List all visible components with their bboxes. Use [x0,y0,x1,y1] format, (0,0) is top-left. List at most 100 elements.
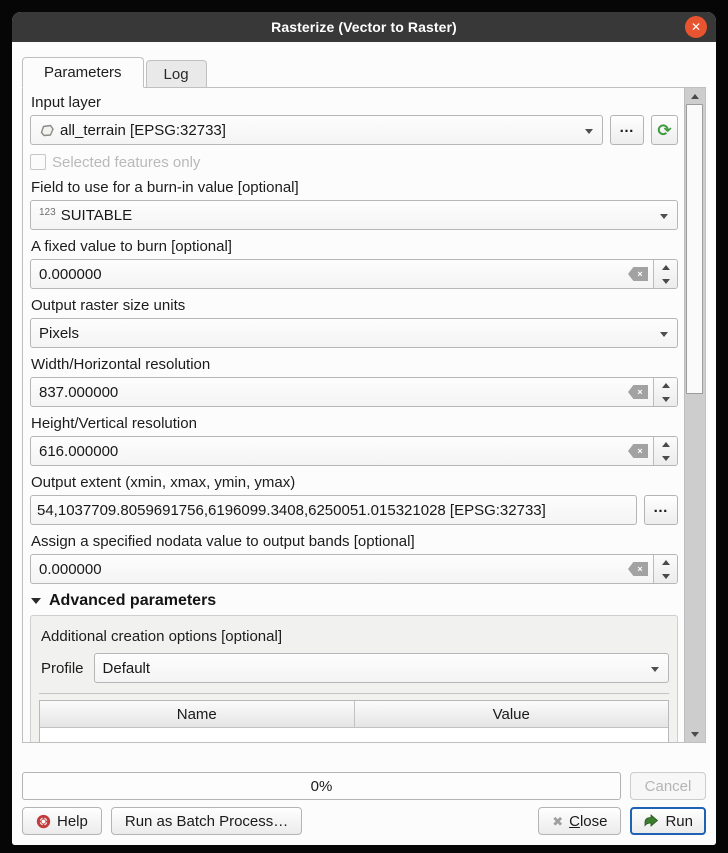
spin-up-button[interactable] [654,378,677,392]
spin-up-button[interactable] [654,437,677,451]
spin-down-icon [662,279,670,284]
run-batch-button[interactable]: Run as Batch Process… [111,807,302,835]
size-units-label: Output raster size units [31,297,677,315]
fixed-value-input[interactable] [31,260,628,288]
iterate-layer-button[interactable]: ⟳ [651,115,678,145]
window-close-button[interactable]: ✕ [685,16,707,38]
burn-field-combobox[interactable]: 123 SUITABLE [30,200,678,230]
spin-down-icon [662,574,670,579]
spinner-buttons [653,260,677,288]
parameters-content: Input layer all_terrain [EPSG:32733] … ⟳ [23,88,685,742]
clear-field-icon[interactable]: × [628,562,648,576]
selected-features-label: Selected features only [52,154,200,171]
cancel-button: Cancel [630,772,706,800]
profile-combobox[interactable]: Default [94,653,669,683]
spin-up-icon [662,442,670,447]
height-resolution-label: Height/Vertical resolution [31,415,677,433]
height-resolution-input[interactable] [31,437,628,465]
spin-up-icon [662,560,670,565]
spin-up-icon [662,265,670,270]
burn-field-value: SUITABLE [61,207,132,224]
advanced-parameters-title: Advanced parameters [49,592,216,610]
scrollbar-down-icon [691,732,699,737]
clear-field-icon[interactable]: × [628,444,648,458]
nodata-label: Assign a specified nodata value to outpu… [31,533,677,551]
tab-log[interactable]: Log [146,60,207,87]
profile-label: Profile [39,660,84,677]
spin-down-button[interactable] [654,569,677,583]
scrollbar-up-icon [691,94,699,99]
progress-row: 0% Cancel [22,772,706,800]
spin-up-icon [662,383,670,388]
height-resolution-spinbox: × [30,436,678,466]
input-layer-browse-button[interactable]: … [610,115,644,145]
width-resolution-label: Width/Horizontal resolution [31,356,677,374]
chevron-down-icon [651,667,659,672]
creation-options-group: Additional creation options [optional] P… [30,615,678,742]
scrollbar-thumb[interactable] [686,104,703,394]
size-units-value: Pixels [39,325,79,342]
scrollbar-down-button[interactable] [685,726,705,742]
column-header-value[interactable]: Value [355,701,669,727]
scrollbar-track[interactable] [685,104,705,726]
integer-field-icon: 123 [39,207,56,218]
selected-features-row: Selected features only [30,153,678,171]
rasterize-dialog: Rasterize (Vector to Raster) ✕ Parameter… [12,12,716,845]
close-x-icon: ✕ [691,21,701,33]
chevron-down-icon [585,129,593,134]
nodata-input[interactable] [31,555,628,583]
creation-options-table: Name Value [39,700,669,742]
input-layer-value: all_terrain [EPSG:32733] [60,122,226,139]
desktop-background: Rasterize (Vector to Raster) ✕ Parameter… [0,0,728,853]
run-arrow-icon [643,813,659,829]
advanced-parameters-header[interactable]: Advanced parameters [31,592,678,610]
help-button[interactable]: Help [22,807,102,835]
width-resolution-spinbox: × [30,377,678,407]
run-button[interactable]: Run [630,807,706,835]
spinner-buttons [653,437,677,465]
burn-field-label: Field to use for a burn-in value [option… [31,179,677,197]
progress-bar: 0% [22,772,621,800]
output-extent-browse-button[interactable]: … [644,495,678,525]
spin-up-button[interactable] [654,555,677,569]
vertical-scrollbar [684,88,705,742]
output-extent-label: Output extent (xmin, xmax, ymin, ymax) [31,474,677,492]
profile-value: Default [103,660,151,677]
window-title: Rasterize (Vector to Raster) [271,19,457,35]
spin-down-icon [662,397,670,402]
close-button[interactable]: ✖ Close [538,807,621,835]
tab-bar: Parameters Log [22,57,706,87]
creation-options-label: Additional creation options [optional] [41,628,669,645]
fixed-value-label: A fixed value to burn [optional] [31,238,677,256]
input-layer-combobox[interactable]: all_terrain [EPSG:32733] [30,115,603,145]
close-button-icon: ✖ [552,815,563,828]
spin-down-button[interactable] [654,274,677,288]
spin-down-icon [662,456,670,461]
spin-down-button[interactable] [654,451,677,465]
parameters-pane: Input layer all_terrain [EPSG:32733] … ⟳ [22,87,706,743]
input-layer-label: Input layer [31,94,677,112]
table-header-row: Name Value [40,701,668,728]
collapse-arrow-icon [31,598,41,604]
titlebar[interactable]: Rasterize (Vector to Raster) ✕ [12,12,716,42]
clear-field-icon[interactable]: × [628,267,648,281]
spinner-buttons [653,555,677,583]
spin-up-button[interactable] [654,260,677,274]
width-resolution-input[interactable] [31,378,628,406]
fixed-value-spinbox: × [30,259,678,289]
tab-parameters[interactable]: Parameters [22,57,144,88]
profile-row: Profile Default [39,653,669,683]
polygon-layer-icon [39,123,55,138]
table-empty-body[interactable] [40,728,668,742]
scrollbar-up-button[interactable] [685,88,705,104]
size-units-combobox[interactable]: Pixels [30,318,678,348]
spinner-buttons [653,378,677,406]
selected-features-checkbox [30,154,46,170]
chevron-down-icon [660,332,668,337]
column-header-name[interactable]: Name [40,701,355,727]
button-row: Help Run as Batch Process… ✖ Close [22,807,706,835]
help-icon [36,814,51,829]
clear-field-icon[interactable]: × [628,385,648,399]
output-extent-input[interactable] [30,495,637,525]
spin-down-button[interactable] [654,392,677,406]
